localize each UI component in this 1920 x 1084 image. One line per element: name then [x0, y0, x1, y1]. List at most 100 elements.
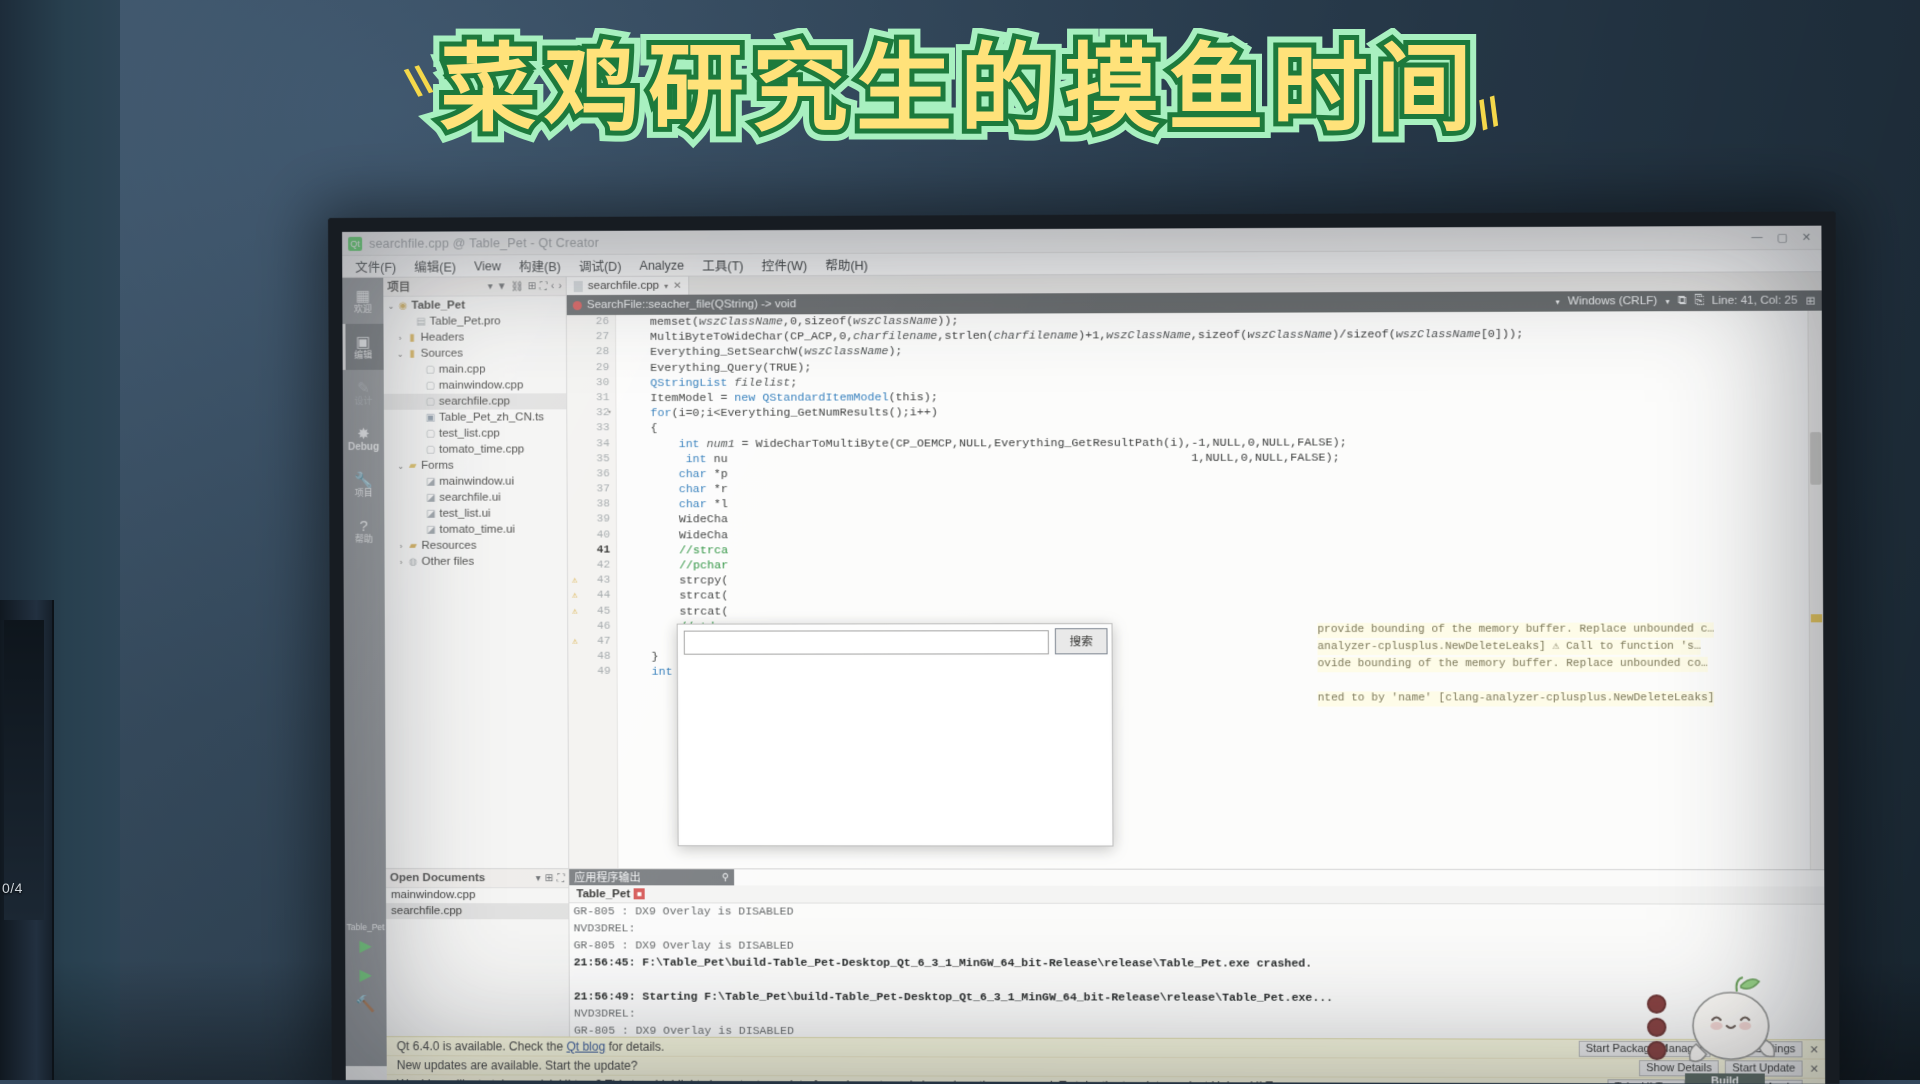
- tree-item-searchfile-ui[interactable]: ◪searchfile.ui: [384, 489, 566, 505]
- mode-edit[interactable]: ▣ 编辑: [342, 324, 383, 370]
- tree-item-test-list-cpp[interactable]: ▢test_list.cpp: [384, 425, 566, 441]
- menu-edit[interactable]: 编辑(E): [405, 254, 465, 277]
- file-icon: [574, 281, 583, 292]
- chevron-down-icon[interactable]: ⌄: [385, 301, 396, 310]
- menu-analyze[interactable]: Analyze: [630, 256, 693, 274]
- warning-icon[interactable]: ⚠: [572, 604, 578, 619]
- tree-item-sources[interactable]: ⌄▮Sources: [384, 345, 566, 362]
- mode-design[interactable]: ✎ 设计: [343, 370, 384, 416]
- tree-item-tomato-time-cpp[interactable]: ▢tomato_time.cpp: [384, 441, 566, 457]
- chevron-right-icon[interactable]: ›: [396, 557, 407, 566]
- monitor: Qt searchfile.cpp @ Table_Pet - Qt Creat…: [328, 211, 1840, 1083]
- debug-button[interactable]: ▶: [360, 965, 372, 985]
- tree-item-headers[interactable]: ›▮Headers: [384, 329, 566, 346]
- menu-window[interactable]: 控件(W): [753, 253, 817, 276]
- folder-r-icon: ▰: [406, 540, 419, 551]
- stop-icon[interactable]: ■: [634, 888, 645, 899]
- search-button[interactable]: 搜索: [1055, 628, 1108, 654]
- tree-item-forms[interactable]: ⌄▰Forms: [384, 457, 566, 473]
- tree-item-table-pet[interactable]: ⌄◉Table_Pet: [383, 297, 565, 314]
- scrollbar-thumb[interactable]: [1810, 432, 1821, 485]
- chevron-down-icon[interactable]: ▾: [488, 281, 493, 292]
- search-results-list[interactable]: [680, 656, 1111, 843]
- editor-tab-searchfile[interactable]: searchfile.cpp ▾ ✕: [567, 277, 690, 296]
- close-button[interactable]: ✕: [1802, 231, 1811, 244]
- tree-item-table-pet-zh-cn-ts[interactable]: ▣Table_Pet_zh_CN.ts: [384, 409, 566, 426]
- folder-f-icon: ▰: [406, 460, 419, 471]
- line-number: 32▾: [567, 406, 615, 421]
- next-icon[interactable]: ›: [558, 281, 561, 292]
- chevron-down-icon[interactable]: ▾: [1556, 297, 1560, 306]
- tree-item-resources[interactable]: ›▰Resources: [384, 538, 566, 554]
- chevron-right-icon[interactable]: ›: [395, 333, 406, 342]
- open-document-item[interactable]: searchfile.cpp: [386, 903, 568, 919]
- warning-icon[interactable]: ⚠: [572, 589, 578, 604]
- open-document-item[interactable]: mainwindow.cpp: [386, 887, 568, 903]
- warning-icon[interactable]: ⚠: [572, 635, 578, 650]
- prev-icon[interactable]: ‹: [551, 281, 554, 292]
- mode-welcome[interactable]: ▦ 欢迎: [342, 278, 383, 324]
- minimize-button[interactable]: —: [1751, 231, 1762, 244]
- tree-item-mainwindow-ui[interactable]: ◪mainwindow.ui: [384, 473, 566, 489]
- fullscreen-icon[interactable]: ⛶: [557, 873, 564, 884]
- qt-blog-link[interactable]: Qt blog: [566, 1040, 605, 1054]
- output-console[interactable]: GR-805 : DX9 Overlay is DISABLEDNVD3DREL…: [569, 902, 1825, 1040]
- mode-help[interactable]: ? 帮助: [343, 508, 384, 554]
- split-icon[interactable]: ⧉: [1678, 294, 1686, 307]
- menu-debug[interactable]: 调试(D): [570, 254, 631, 277]
- open-documents-list[interactable]: mainwindow.cppsearchfile.cpp: [386, 887, 569, 919]
- link-icon[interactable]: ⛓: [511, 281, 524, 292]
- chevron-down-icon[interactable]: ▾: [536, 873, 541, 884]
- build-button[interactable]: 🔨: [356, 994, 376, 1014]
- chevron-down-icon[interactable]: ▾: [1665, 297, 1669, 306]
- fullscreen-icon[interactable]: ⛶: [540, 281, 547, 292]
- menu-file[interactable]: 文件(F): [346, 255, 405, 278]
- menu-help[interactable]: 帮助(H): [816, 253, 877, 276]
- tree-item-mainwindow-cpp[interactable]: ▢mainwindow.cpp: [384, 377, 566, 394]
- menu-build[interactable]: 构建(B): [510, 254, 570, 277]
- pin-icon[interactable]: ⚲: [722, 872, 729, 883]
- notification-button-start-package-manager[interactable]: Start Package Manager: [1578, 1041, 1710, 1057]
- chevron-down-icon[interactable]: ⌄: [395, 349, 406, 358]
- mode-debug[interactable]: ✸ Debug: [343, 416, 384, 462]
- tree-item-other-files[interactable]: ›◍Other files: [384, 554, 566, 570]
- expand-icon[interactable]: ⊞: [527, 281, 535, 292]
- output-tab-table-pet[interactable]: Table_Pet ■: [569, 888, 652, 900]
- tree-item-tomato-time-ui[interactable]: ◪tomato_time.ui: [384, 522, 566, 538]
- chevron-right-icon[interactable]: ›: [395, 541, 406, 550]
- expand-icon[interactable]: ⊞: [545, 873, 553, 884]
- tree-item-table-pet-pro[interactable]: ▤Table_Pet.pro: [383, 313, 565, 330]
- chevron-down-icon[interactable]: ▾: [664, 281, 668, 290]
- coin-icon: [1647, 994, 1666, 1013]
- close-icon[interactable]: ✕: [673, 280, 681, 291]
- notification-close-icon[interactable]: ✕: [1810, 1062, 1819, 1075]
- encoding-icon[interactable]: ⎘: [1694, 294, 1703, 307]
- search-input[interactable]: [684, 630, 1049, 654]
- tree-item-main-cpp[interactable]: ▢main.cpp: [384, 361, 566, 378]
- grid-icon: ▦: [356, 288, 370, 303]
- maximize-button[interactable]: ▢: [1777, 231, 1788, 244]
- running-app-window[interactable]: 搜索: [677, 623, 1114, 846]
- tree-item-test-list-ui[interactable]: ◪test_list.ui: [384, 506, 566, 522]
- mode-selector: ▦ 欢迎 ▣ 编辑 ✎ 设计 ✸ Debug 🔧 项目: [342, 278, 386, 1066]
- coin-icon: [1647, 1041, 1666, 1060]
- notification-close-icon[interactable]: ✕: [1809, 1043, 1818, 1056]
- mode-projects[interactable]: 🔧 项目: [343, 462, 384, 508]
- run-button[interactable]: ▶: [359, 936, 371, 956]
- line-ending-selector[interactable]: Windows (CRLF): [1568, 295, 1657, 307]
- line-number: 27: [567, 330, 615, 345]
- fold-toggle-icon[interactable]: ▾: [607, 406, 611, 421]
- project-tree[interactable]: ⌄◉Table_Pet▤Table_Pet.pro›▮Headers⌄▮Sour…: [383, 295, 568, 868]
- menu-tools[interactable]: 工具(T): [693, 253, 752, 276]
- editor-scrollbar[interactable]: [1807, 311, 1824, 870]
- notification-button-open-settings[interactable]: Open Settings: [1717, 1041, 1803, 1057]
- notification-close-icon[interactable]: ✕: [1810, 1081, 1819, 1084]
- filter-icon[interactable]: ▼: [497, 281, 507, 292]
- chevron-down-icon[interactable]: ⌄: [395, 461, 406, 470]
- warning-icon[interactable]: ⚠: [572, 574, 578, 589]
- editor-symbol[interactable]: SearchFile::seacher_file(QString) -> voi…: [573, 298, 796, 311]
- tree-item-searchfile-cpp[interactable]: ▢searchfile.cpp: [384, 393, 566, 410]
- menu-view[interactable]: View: [465, 257, 510, 275]
- expand-icon[interactable]: ⊞: [1806, 293, 1816, 307]
- line-number: 37: [568, 482, 616, 497]
